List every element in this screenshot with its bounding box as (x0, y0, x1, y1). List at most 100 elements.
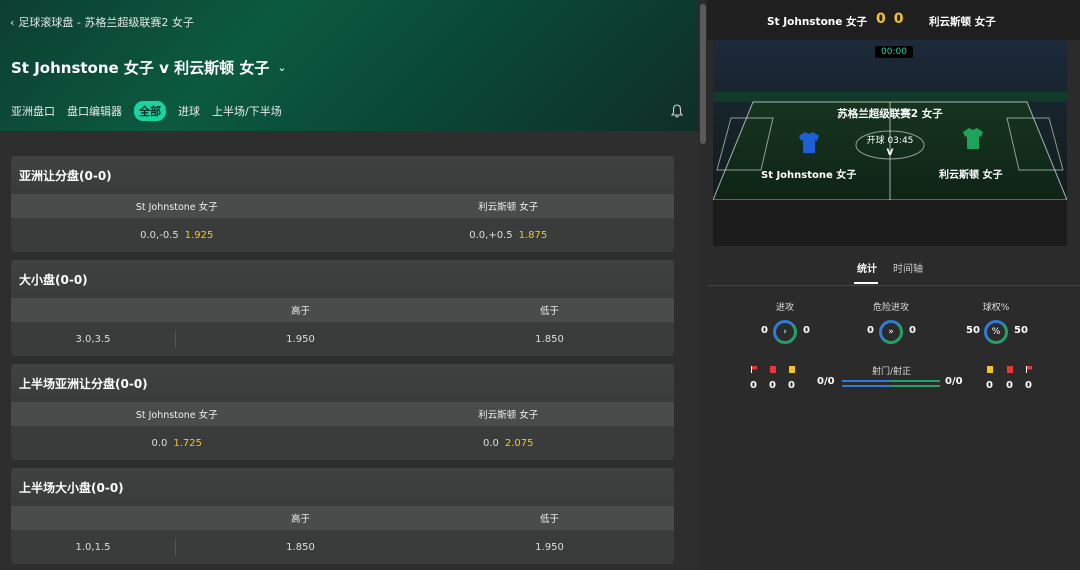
home-shots: 0/0 (817, 376, 835, 387)
market-list: 亚洲让分盘(0-0) St Johnstone 女子 利云斯顿 女子 0.0,-… (11, 156, 674, 570)
tab-market-editor[interactable]: 盘口编辑器 (67, 103, 122, 119)
handicap-line: 0.0,-0.5 (140, 229, 179, 241)
away-red-cards: 0 (1006, 380, 1013, 391)
home-team-name: St Johnstone 女子 (767, 16, 868, 28)
scoreboard: St Johnstone 女子 0 0 利云斯顿 女子 (707, 0, 1080, 40)
gauge-label: 球权% (982, 303, 1010, 313)
column-header: 利云斯顿 女子 (478, 202, 539, 213)
column-header: 高于 (290, 306, 310, 317)
away-corners: 0 (1025, 380, 1032, 391)
bell-icon[interactable] (671, 104, 683, 118)
tab-all[interactable]: 全部 (134, 101, 166, 121)
active-tab-indicator (854, 282, 878, 284)
gauge-ring: % (984, 320, 1008, 344)
gauge-label: 危险进攻 (872, 303, 909, 313)
odds-value[interactable]: 1.950 (425, 530, 674, 564)
odds-value: 1.725 (173, 437, 203, 449)
gauge-ring: » (879, 320, 903, 344)
tab-halves[interactable]: 上半场/下半场 (212, 103, 282, 119)
market-card: 上半场亚洲让分盘(0-0) St Johnstone 女子 利云斯顿 女子 0.… (11, 364, 674, 460)
app-root: ‹ 足球滚球盘 - 苏格兰超级联赛2 女子 St Johnstone 女子 v … (0, 0, 1080, 570)
match-header: ‹ 足球滚球盘 - 苏格兰超级联赛2 女子 St Johnstone 女子 v … (0, 0, 698, 131)
column-header: 高于 (290, 514, 310, 525)
scrollbar[interactable] (700, 4, 706, 144)
market-tabs: 亚洲盘口 盘口编辑器 全部 进球 上半场/下半场 (11, 101, 282, 121)
shots-on-target-bar (842, 385, 940, 387)
tab-goals[interactable]: 进球 (178, 103, 200, 119)
kickoff-time: 开球 03:45 (866, 136, 914, 146)
gauge-away-value: 50 (1014, 325, 1028, 336)
gauge-home-value: 0 (867, 325, 874, 336)
red-card-icon (1007, 366, 1013, 373)
odds-cell[interactable]: 0.0,-0.5 1.925 (11, 218, 343, 252)
odds-row: 0.0 1.725 0.0 2.075 (11, 426, 674, 460)
gauge-away-value: 0 (803, 325, 810, 336)
handicap-line: 0.0,+0.5 (469, 229, 513, 241)
column-header: St Johnstone 女子 (135, 202, 218, 213)
percent-icon: % (991, 327, 1001, 337)
home-corners: 0 (750, 380, 757, 391)
odds-value: 1.925 (184, 229, 214, 241)
league-name: 苏格兰超级联赛2 女子 (837, 108, 943, 120)
home-red-cards: 0 (769, 380, 776, 391)
gauge-label: 进攻 (775, 303, 794, 313)
chevron-left-icon[interactable]: ‹ (10, 16, 14, 29)
breadcrumb-text[interactable]: 足球滚球盘 - 苏格兰超级联赛2 女子 (18, 14, 193, 30)
away-shots: 0/0 (945, 376, 963, 387)
odds-value[interactable]: 1.950 (176, 322, 425, 356)
column-header: St Johnstone 女子 (135, 410, 218, 421)
away-yellow-cards: 0 (986, 380, 993, 391)
shots-label: 射门/射正 (872, 367, 912, 377)
total-line: 1.0,1.5 (11, 538, 176, 556)
column-header: 利云斯顿 女子 (478, 410, 539, 421)
match-clock: 00:00 (875, 46, 913, 58)
odds-value[interactable]: 1.850 (176, 530, 425, 564)
odds-value[interactable]: 1.850 (425, 322, 674, 356)
versus-label: V (886, 148, 894, 158)
breadcrumb[interactable]: ‹ 足球滚球盘 - 苏格兰超级联赛2 女子 (10, 14, 194, 30)
odds-cell[interactable]: 0.0 1.725 (11, 426, 343, 460)
tab-timeline[interactable]: 时间轴 (893, 260, 923, 275)
away-team-label: 利云斯顿 女子 (939, 170, 1003, 181)
odds-cell[interactable]: 0.0,+0.5 1.875 (343, 218, 675, 252)
column-header: 低于 (539, 514, 559, 525)
yellow-card-icon (987, 366, 993, 373)
corner-flag-icon (1026, 366, 1032, 373)
market-columns: St Johnstone 女子 利云斯顿 女子 (11, 402, 674, 426)
column-header: 低于 (539, 306, 559, 317)
markets-pane: ‹ 足球滚球盘 - 苏格兰超级联赛2 女子 St Johnstone 女子 v … (0, 0, 698, 570)
market-columns: St Johnstone 女子 利云斯顿 女子 (11, 194, 674, 218)
gauge-home-value: 0 (761, 325, 768, 336)
away-score: 0 (893, 11, 904, 27)
odds-row: 3.0,3.5 1.950 1.850 (11, 322, 674, 356)
gauge-home-value: 50 (966, 325, 980, 336)
market-columns: 高于 低于 (11, 506, 674, 530)
odds-cell[interactable]: 0.0 2.075 (343, 426, 675, 460)
double-chevron-icon: » (888, 327, 894, 337)
corner-flag-icon (751, 366, 757, 373)
live-pane: St Johnstone 女子 0 0 利云斯顿 女子 00:00 苏格兰超级联… (707, 0, 1080, 570)
gauge-away-value: 0 (909, 325, 916, 336)
gauge-ring: › (773, 320, 797, 344)
stats-tabs: 统计 时间轴 (707, 258, 1080, 286)
market-card: 亚洲让分盘(0-0) St Johnstone 女子 利云斯顿 女子 0.0,-… (11, 156, 674, 252)
score: 0 0 (876, 11, 904, 27)
match-title-text: St Johnstone 女子 v 利云斯顿 女子 (11, 59, 270, 77)
market-card: 大小盘(0-0) 高于 低于 3.0,3.5 1.950 1.850 (11, 260, 674, 356)
match-tracker: 00:00 苏格兰超级联赛2 女子 开球 03:45 V St Johnston… (713, 40, 1067, 246)
market-columns: 高于 低于 (11, 298, 674, 322)
total-line: 3.0,3.5 (11, 330, 176, 348)
match-title[interactable]: St Johnstone 女子 v 利云斯顿 女子 ⌄ (11, 57, 287, 78)
market-title: 亚洲让分盘(0-0) (11, 156, 674, 194)
market-title: 大小盘(0-0) (11, 260, 674, 298)
column-header-spacer (11, 298, 176, 322)
market-title: 上半场大小盘(0-0) (11, 468, 674, 506)
home-score: 0 (876, 11, 886, 27)
tab-asian-handicap[interactable]: 亚洲盘口 (11, 103, 55, 119)
red-card-icon (770, 366, 776, 373)
chevron-down-icon[interactable]: ⌄ (277, 61, 286, 74)
odds-row: 0.0,-0.5 1.925 0.0,+0.5 1.875 (11, 218, 674, 252)
odds-value: 2.075 (504, 437, 534, 449)
home-yellow-cards: 0 (788, 380, 795, 391)
tab-stats[interactable]: 统计 (857, 260, 877, 275)
